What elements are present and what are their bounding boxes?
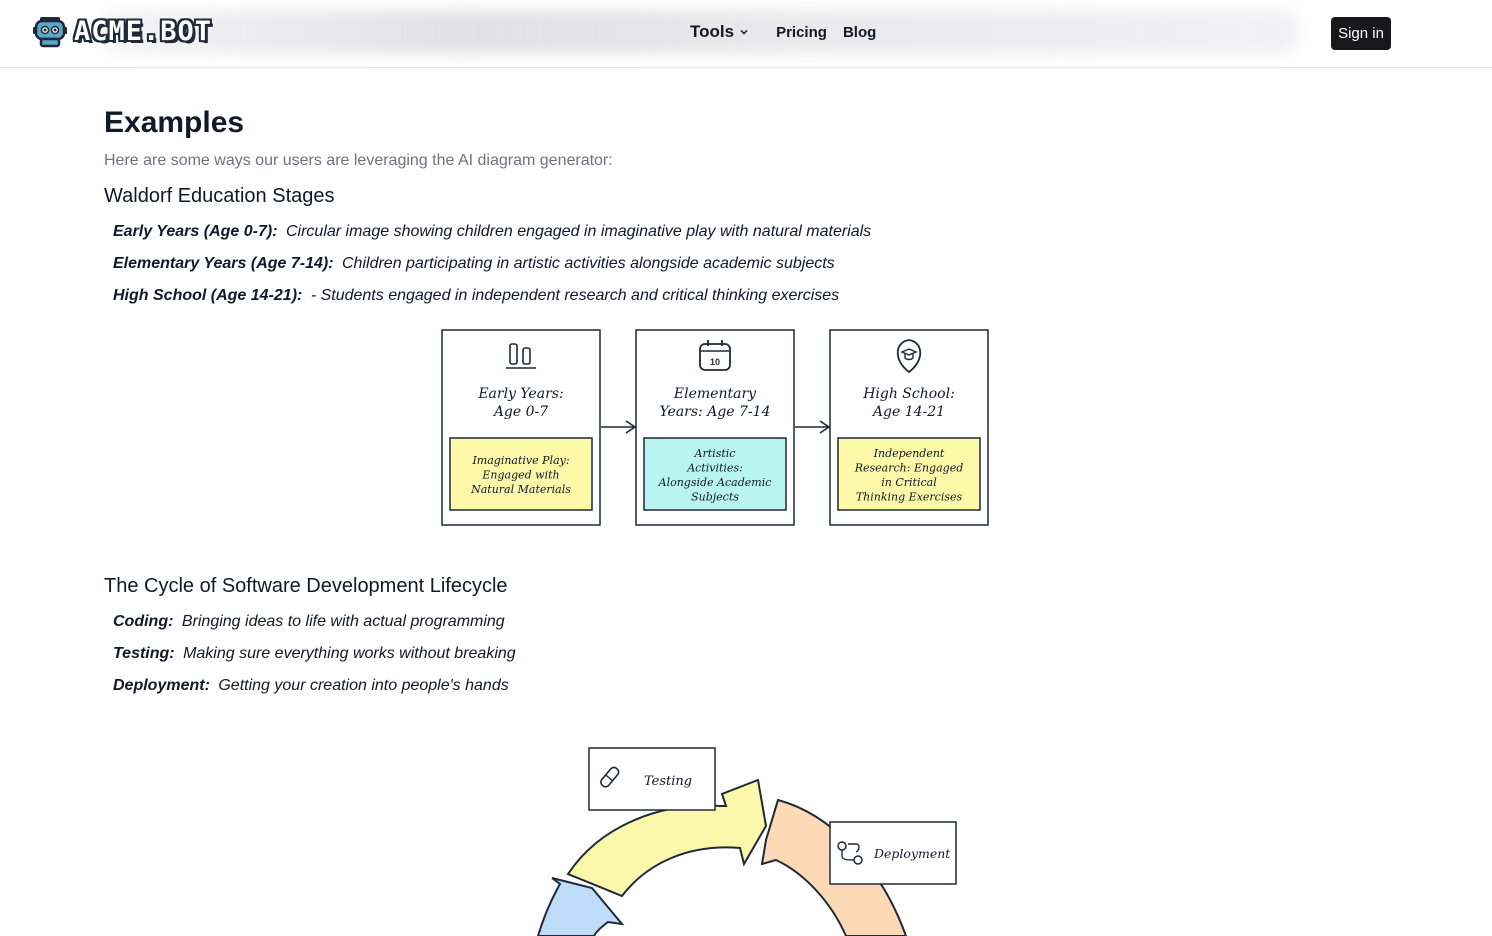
chevron-down-icon	[740, 29, 748, 35]
testing-label-box: Testing	[588, 747, 716, 811]
robot-logo-icon	[33, 17, 67, 48]
section-heading: The Cycle of Software Development Lifecy…	[104, 575, 508, 597]
testing-label: Testing	[644, 774, 692, 789]
stage-note-text: Artistic	[694, 447, 736, 460]
item-text: Making sure everything works without bre…	[183, 645, 516, 662]
stage-note-text: Engaged with	[481, 469, 559, 482]
section-heading: Waldorf Education Stages	[104, 185, 335, 207]
top-navigation-bar: ACME.BOT Tools Pricing Blog Sign in	[0, 0, 1492, 68]
examples-content: Examples Here are some ways our users ar…	[104, 100, 1404, 312]
list-item: Early Years (Age 0-7): Circular image sh…	[113, 216, 1404, 248]
stage-title: High School:	[862, 386, 955, 402]
stage-title: Years: Age 7-14	[660, 404, 771, 420]
section-list: Early Years (Age 0-7): Circular image sh…	[113, 216, 1404, 312]
stage-card: High School: Age 14-21 Independent Research…	[829, 329, 989, 526]
stage-note-text: Activities:	[686, 462, 743, 475]
tools-dropdown[interactable]: Tools	[690, 22, 750, 42]
item-label: Deployment:	[113, 677, 210, 694]
stage-note-text: Subjects	[691, 491, 739, 504]
list-item: Coding: Bringing ideas to life with actu…	[113, 606, 516, 638]
section-list: Coding: Bringing ideas to life with actu…	[113, 606, 516, 702]
stage-title: Elementary	[673, 386, 757, 402]
logo-link[interactable]: ACME.BOT	[32, 15, 212, 49]
list-item: Deployment: Getting your creation into p…	[113, 670, 516, 702]
item-label: Elementary Years (Age 7-14):	[113, 255, 334, 272]
item-label: High School (Age 14-21):	[113, 287, 303, 304]
item-text: - Students engaged in independent resear…	[310, 287, 840, 304]
stage-title: Age 0-7	[492, 404, 548, 420]
item-text: Circular image showing children engaged …	[285, 223, 872, 240]
item-label: Early Years (Age 0-7):	[113, 223, 278, 240]
nav-blog-link[interactable]: Blog	[843, 24, 876, 41]
sdlc-cycle-diagram: Testing Deployment	[536, 747, 957, 936]
stage-card: Early Years: Age 0-7 Imaginative Play: Enga…	[441, 329, 601, 526]
item-text: Bringing ideas to life with actual progr…	[181, 613, 505, 630]
intro-text: Here are some ways our users are leverag…	[104, 152, 613, 169]
stage-note-text: Independent	[873, 447, 945, 460]
list-item: Testing: Making sure everything works wi…	[113, 638, 516, 670]
sign-in-button[interactable]: Sign in	[1331, 17, 1391, 50]
deployment-label-box: Deployment	[829, 821, 957, 885]
item-text: Children participating in artistic activ…	[342, 255, 835, 272]
calendar-icon-date: 10	[710, 357, 720, 367]
stage-note-text: Alongside Academic	[658, 476, 772, 489]
stage-note-text: Imaginative Play:	[471, 454, 569, 467]
stage-note-text: in Critical	[881, 476, 937, 489]
item-label: Testing:	[113, 645, 175, 662]
stage-title: Early Years:	[477, 386, 563, 402]
main-nav: Tools Pricing Blog	[690, 22, 892, 42]
section-sdlc: The Cycle of Software Development Lifecy…	[104, 572, 516, 702]
stage-card: 10 Elementary Years: Age 7-14 Artistic Activ…	[635, 329, 795, 526]
nav-pricing-link[interactable]: Pricing	[776, 24, 827, 41]
stage-title: Age 14-21	[871, 404, 945, 420]
list-item: Elementary Years (Age 7-14): Children pa…	[113, 248, 1404, 280]
arrow-right-icon	[601, 420, 637, 434]
list-item: High School (Age 14-21): - Students enga…	[113, 280, 1404, 312]
deployment-label: Deployment	[873, 846, 951, 861]
stage-note-text: Research: Engaged	[854, 462, 964, 475]
item-label: Coding:	[113, 613, 174, 630]
page-title: Examples	[104, 106, 245, 139]
waldorf-stages-diagram: Early Years: Age 0-7 Imaginative Play: Enga…	[441, 329, 989, 526]
stage-note-text: Thinking Exercises	[856, 491, 963, 504]
arrow-right-icon	[795, 420, 831, 434]
stage-note-text: Natural Materials	[470, 483, 571, 496]
section-waldorf: Waldorf Education Stages Early Years (Ag…	[104, 182, 1404, 312]
logo-text: ACME.BOT	[74, 16, 213, 47]
item-text: Getting your creation into people's hand…	[218, 677, 509, 694]
tools-label: Tools	[690, 22, 735, 41]
